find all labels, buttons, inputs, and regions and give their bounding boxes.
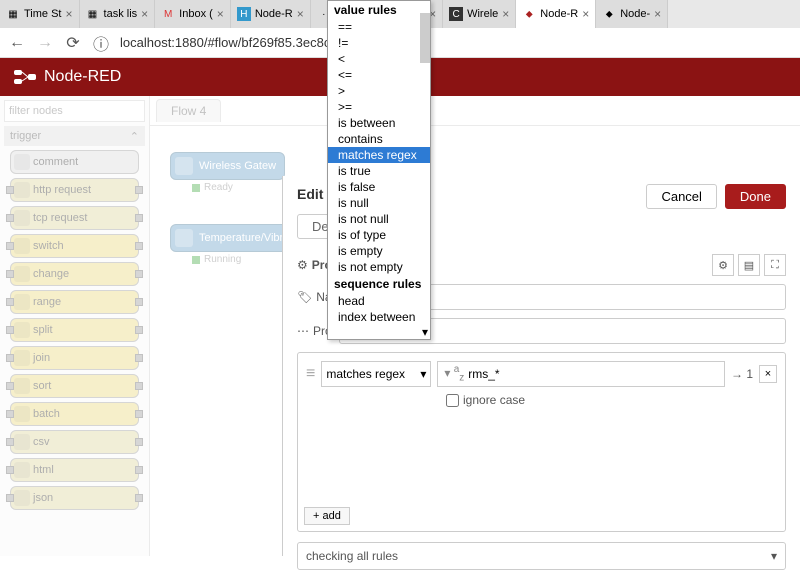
checking-label: checking all rules <box>306 549 398 563</box>
browser-tab[interactable]: M Inbox ( × <box>155 0 231 28</box>
close-icon[interactable]: × <box>141 7 148 21</box>
ellipsis-icon: ⋯ <box>297 324 309 338</box>
doc-icon-button[interactable]: ▤ <box>738 254 760 276</box>
dropdown-option[interactable]: is not empty <box>328 259 430 275</box>
sheets-icon: ▦ <box>6 7 20 21</box>
dropdown-option[interactable]: > <box>328 83 430 99</box>
browser-tab[interactable]: C Wirele × <box>443 0 516 28</box>
tab-label: Inbox ( <box>179 8 213 20</box>
settings-icon-button[interactable]: ⚙ <box>712 254 734 276</box>
operator-dropdown[interactable]: value rules ==!=<<=>>=is betweencontains… <box>327 0 431 340</box>
dropdown-option[interactable]: is of type <box>328 227 430 243</box>
add-rule-button[interactable]: + add <box>304 507 350 525</box>
close-icon[interactable]: × <box>502 7 509 21</box>
tab-label: Time St <box>24 8 62 20</box>
ignore-case-row: ignore case <box>446 393 777 407</box>
dropdown-option[interactable]: != <box>328 35 430 51</box>
dropdown-option[interactable]: is not null <box>328 211 430 227</box>
sheets-icon: ▦ <box>86 7 100 21</box>
done-button[interactable]: Done <box>725 184 786 209</box>
chevron-down-icon: ▾ <box>420 367 426 381</box>
ignore-case-checkbox[interactable] <box>446 394 459 407</box>
ignore-case-label: ignore case <box>463 393 525 407</box>
nodered-icon: ⬥ <box>602 7 616 21</box>
c-icon: C <box>449 7 463 21</box>
dropdown-option[interactable]: is between <box>328 115 430 131</box>
url-text[interactable]: localhost:1880/#flow/bf269f85.3ec8c <box>120 35 330 50</box>
close-icon[interactable]: × <box>297 7 304 21</box>
browser-tab[interactable]: ⬥ Node- × <box>596 0 668 28</box>
app-title: Node-RED <box>44 68 121 86</box>
close-icon[interactable]: × <box>66 7 73 21</box>
gmail-icon: M <box>161 7 175 21</box>
cancel-button[interactable]: Cancel <box>646 184 716 209</box>
dropdown-option[interactable]: head <box>328 293 430 309</box>
tab-label: Node- <box>620 8 650 20</box>
tab-label: Node-R <box>540 8 578 20</box>
scrollbar[interactable] <box>420 13 430 63</box>
forward-button[interactable]: → <box>36 34 54 52</box>
close-icon[interactable]: × <box>654 7 661 21</box>
info-icon[interactable]: ⓘ <box>92 34 110 52</box>
drag-handle-icon[interactable]: ≡ <box>306 365 315 383</box>
rule-operator-select[interactable]: matches regex▾ <box>321 361 431 387</box>
tab-label: task lis <box>104 8 138 20</box>
nodered-icon: ⬥ <box>522 7 536 21</box>
tag-icon: 🏷 <box>297 290 312 304</box>
rules-container: ≡ matches regex▾ ▾ azrms_* → 1 × ignore … <box>297 352 786 532</box>
dropdown-option[interactable]: contains <box>328 131 430 147</box>
dropdown-option[interactable]: index between <box>328 309 430 325</box>
close-icon[interactable]: × <box>217 7 224 21</box>
dropdown-option[interactable]: is false <box>328 179 430 195</box>
expand-icon-button[interactable]: ⛶ <box>764 254 786 276</box>
dropdown-option[interactable]: >= <box>328 99 430 115</box>
nodered-logo-icon <box>14 68 36 86</box>
gear-icon: ⚙ <box>297 258 308 272</box>
rule-delete-button[interactable]: × <box>759 365 777 383</box>
dropdown-option[interactable]: is empty <box>328 243 430 259</box>
rule-value-input[interactable]: ▾ azrms_* <box>437 361 725 387</box>
dropdown-option[interactable]: <= <box>328 67 430 83</box>
checking-mode-select[interactable]: checking all rules ▾ <box>297 542 786 570</box>
reload-button[interactable]: ⟳ <box>64 34 82 52</box>
h-icon: H <box>237 7 251 21</box>
chevron-down-icon: ▾ <box>771 549 777 563</box>
tab-label: Wirele <box>467 8 498 20</box>
chevron-down-icon: ▾ <box>328 325 430 339</box>
browser-tab[interactable]: ▦ task lis× <box>80 0 156 28</box>
back-button[interactable]: ← <box>8 34 26 52</box>
browser-tab[interactable]: ▦ Time St × <box>0 0 80 28</box>
dropdown-group-header: value rules <box>328 1 430 19</box>
rule-output-label: → 1 <box>731 367 753 381</box>
browser-tab[interactable]: ⬥ Node-R × <box>516 0 596 28</box>
close-icon[interactable]: × <box>582 7 589 21</box>
dropdown-option[interactable]: matches regex <box>328 147 430 163</box>
browser-tab[interactable]: H Node-R × <box>231 0 311 28</box>
rule-row: ≡ matches regex▾ ▾ azrms_* → 1 × <box>306 361 777 387</box>
dropdown-option[interactable]: is true <box>328 163 430 179</box>
dropdown-option[interactable]: == <box>328 19 430 35</box>
dropdown-option[interactable]: is null <box>328 195 430 211</box>
dropdown-group-header: sequence rules <box>328 275 430 293</box>
dropdown-option[interactable]: < <box>328 51 430 67</box>
tab-label: Node-R <box>255 8 293 20</box>
